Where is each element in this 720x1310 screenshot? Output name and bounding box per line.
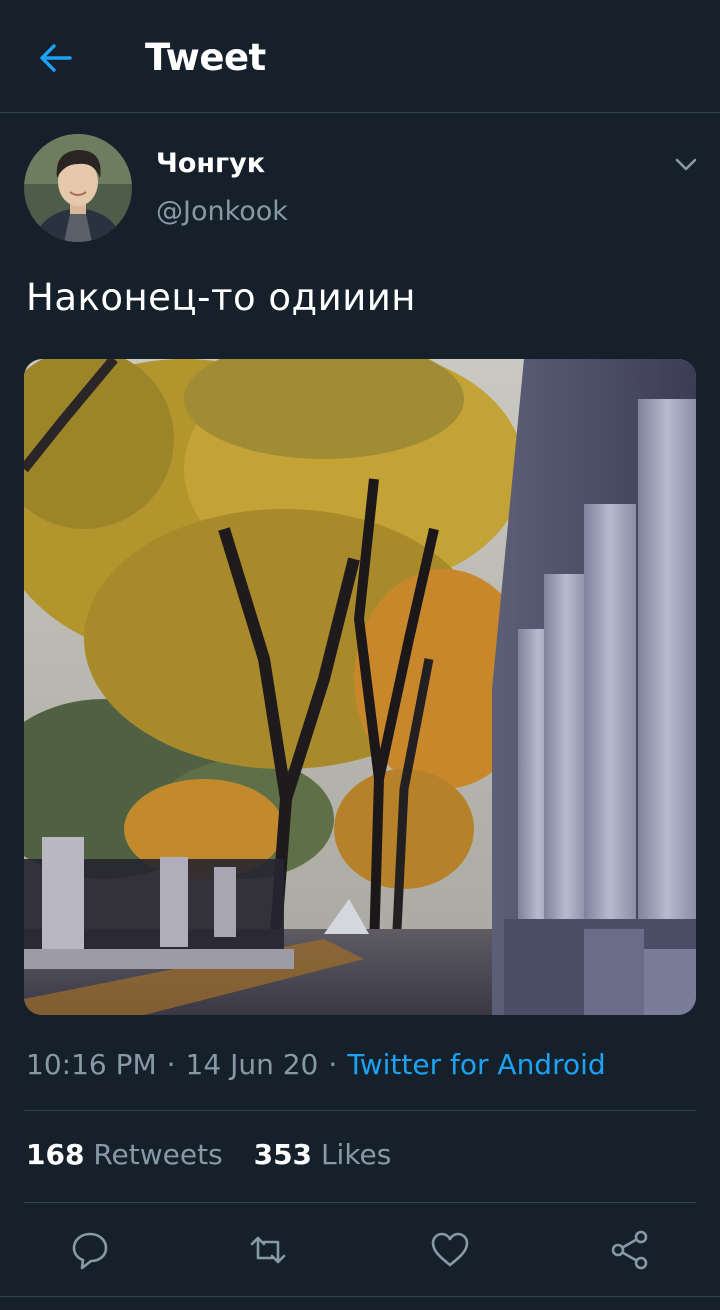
top-bar: Tweet xyxy=(0,0,720,113)
tweet-source-link[interactable]: Twitter for Android xyxy=(347,1048,605,1081)
retweet-icon xyxy=(250,1236,286,1264)
tweet-image[interactable] xyxy=(24,359,696,1015)
arrow-left-icon xyxy=(40,44,72,72)
retweets-stat[interactable]: 168 Retweets xyxy=(26,1138,223,1171)
retweets-count: 168 xyxy=(26,1138,85,1171)
reply-icon xyxy=(72,1232,108,1270)
tweet-text: Наконец-то одииин xyxy=(26,276,416,319)
page-title: Tweet xyxy=(145,36,266,79)
tweet-stats: 168 Retweets 353 Likes xyxy=(26,1138,413,1171)
divider xyxy=(24,1110,696,1111)
likes-count: 353 xyxy=(253,1138,313,1171)
author-name[interactable]: Чонгук xyxy=(156,148,265,179)
like-button[interactable] xyxy=(428,1228,472,1272)
retweets-label: Retweets xyxy=(93,1138,223,1171)
meta-separator: · xyxy=(166,1048,176,1081)
tweet-date: 14 Jun 20 xyxy=(185,1048,319,1081)
meta-separator: · xyxy=(328,1048,338,1081)
reply-button[interactable] xyxy=(68,1228,112,1272)
like-icon xyxy=(431,1232,469,1267)
likes-stat[interactable]: 353 Likes xyxy=(254,1138,392,1171)
tweet-time: 10:16 PM xyxy=(26,1048,157,1081)
tweet-options-button[interactable] xyxy=(670,148,702,180)
share-icon xyxy=(611,1230,648,1270)
author-handle[interactable]: @Jonkook xyxy=(156,196,288,227)
back-button[interactable] xyxy=(34,36,78,80)
chevron-down-icon xyxy=(675,158,697,171)
retweet-button[interactable] xyxy=(246,1228,290,1272)
likes-label: Likes xyxy=(320,1138,392,1171)
share-button[interactable] xyxy=(608,1228,652,1272)
divider xyxy=(0,1296,720,1297)
tweet-meta: 10:16 PM · 14 Jun 20 · Twitter for Android xyxy=(26,1048,606,1081)
avatar[interactable] xyxy=(24,134,132,242)
divider xyxy=(24,1202,696,1203)
